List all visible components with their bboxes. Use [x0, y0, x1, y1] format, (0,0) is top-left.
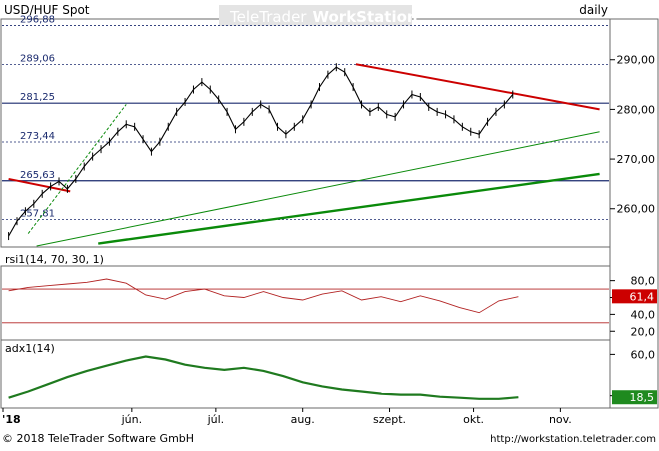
x-tick-label: jún.: [121, 413, 143, 426]
rsi-panel-frame: [0, 265, 611, 341]
price-tick-label: 270,00: [617, 153, 656, 166]
x-tick-label: '18: [2, 413, 21, 426]
copyright: © 2018 TeleTrader Software GmbH: [2, 432, 194, 445]
adx-title: adx1(14): [5, 342, 55, 355]
x-tick-label: aug.: [291, 413, 315, 426]
adx-tick-label: 60,0: [631, 348, 656, 361]
x-axis-ticks: '18 jún. júl. aug. szept. okt. nov.: [2, 408, 572, 426]
x-tick-label: nov.: [549, 413, 572, 426]
footer-url[interactable]: http://workstation.teletrader.com: [490, 434, 656, 445]
x-tick-label: júl.: [207, 413, 225, 426]
adx-value-label: 18,5: [630, 391, 655, 404]
x-tick-label: okt.: [463, 413, 484, 426]
rsi-title: rsi1(14, 70, 30, 1): [5, 253, 104, 266]
adx-panel-frame: [0, 339, 611, 409]
level-label: 265,63: [20, 170, 55, 181]
watermark: TeleTrader WorkStation: [229, 8, 418, 26]
level-label: 289,06: [20, 53, 55, 64]
price-tick-label: 280,00: [617, 103, 656, 116]
main-panel-frame: [0, 18, 611, 248]
level-label: 296,88: [20, 15, 55, 26]
price-tick-label: 260,00: [617, 203, 656, 216]
chart-canvas: USD/HUF Spot TeleTrader WorkStation daily…: [0, 3, 659, 445]
rsi-tick-label: 20,0: [631, 325, 656, 338]
chart-window: USD/HUF Spot TeleTrader WorkStation daily…: [0, 0, 659, 447]
level-label: 273,44: [20, 131, 55, 142]
x-tick-label: szept.: [373, 413, 406, 426]
level-label: 281,25: [20, 92, 55, 103]
rsi-value-label: 61,4: [630, 290, 655, 303]
rsi-tick-label: 40,0: [631, 308, 656, 321]
price-tick-label: 290,00: [617, 54, 656, 67]
period-label: daily: [579, 3, 608, 17]
rsi-tick-label: 80,0: [631, 275, 656, 288]
